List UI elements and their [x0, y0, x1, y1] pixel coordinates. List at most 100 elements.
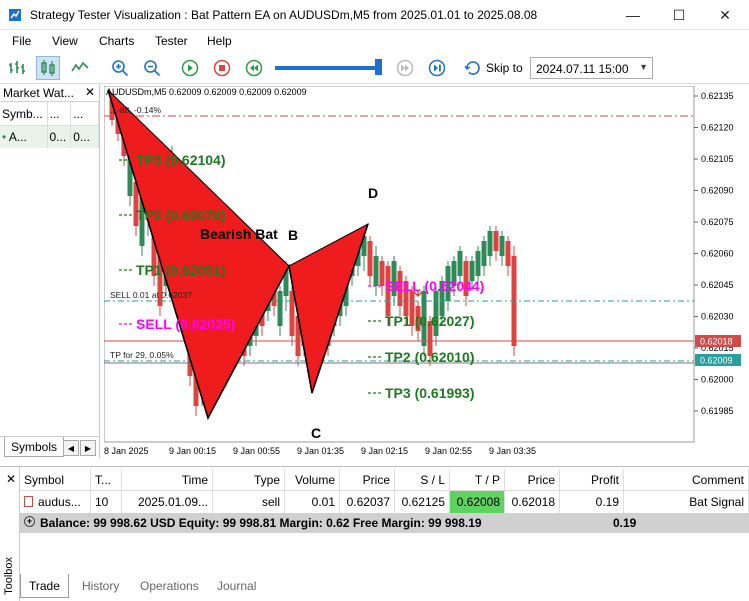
market-watch-columns: Symb... ... ... [0, 102, 100, 126]
column-current-price[interactable]: Price [505, 469, 560, 490]
candle-body [277, 291, 283, 326]
candle-body [367, 241, 373, 276]
column-tp[interactable]: T / P [450, 469, 505, 490]
symbol-bid: 0... [48, 126, 72, 148]
table-row[interactable]: audus... 10 2025.01.09... sell 0.01 0.62… [20, 491, 749, 513]
trade-current-price: 0.62018 [505, 491, 560, 513]
skip-to-icon[interactable] [461, 56, 485, 80]
menu-charts[interactable]: Charts [99, 34, 134, 48]
current-ask-price: 0.62018 [700, 337, 733, 347]
line-chart-icon[interactable] [68, 56, 92, 80]
time-tick-label: 9 Jan 00:55 [233, 446, 280, 456]
chart-canvas: AUDUSDm,M5 0.62009 0.62009 0.62009 0.620… [104, 86, 741, 456]
column-comment[interactable]: Comment [624, 469, 749, 490]
tab-symbols[interactable]: Symbols [4, 437, 65, 457]
candle-body [481, 241, 487, 266]
menu-bar: File View Charts Tester Help [0, 30, 749, 52]
close-icon[interactable]: ✕ [85, 85, 95, 99]
column-type[interactable]: Type [213, 469, 285, 490]
symbol-ask: 0... [71, 126, 100, 148]
right-tp2-label: TP2 (0.62010) [385, 349, 475, 365]
menu-file[interactable]: File [12, 34, 31, 48]
price-tick-label: 0.62030 [701, 312, 734, 322]
column-sl[interactable]: S / L [395, 469, 450, 490]
left-tp3-label: TP3 (0.62104) [136, 152, 226, 168]
market-watch-panel: Market Wat... ✕ Symb... ... ... • A... 0… [0, 84, 100, 458]
column-symbol[interactable]: Symbol [20, 469, 91, 490]
time-tick-label: 9 Jan 00:15 [169, 446, 216, 456]
bar-chart-icon[interactable] [5, 56, 29, 80]
trade-volume: 0.01 [285, 491, 340, 513]
column-ticket[interactable]: T... [91, 469, 122, 490]
speed-slider-thumb[interactable] [375, 59, 382, 75]
time-tick-label: 9 Jan 01:35 [297, 446, 344, 456]
trade-sl: 0.62125 [395, 491, 450, 513]
close-icon[interactable]: ✕ [6, 472, 16, 486]
tab-operations[interactable]: Operations [132, 574, 207, 598]
stop-loss-label: ...-88, -0.14% [110, 105, 161, 115]
chevron-down-icon[interactable]: ▼ [639, 62, 648, 72]
price-tick-label: 0.62090 [701, 186, 734, 196]
column-volume[interactable]: Volume [285, 469, 340, 490]
menu-tester[interactable]: Tester [155, 34, 188, 48]
column-profit[interactable]: Profit [560, 469, 624, 490]
pattern-name-label: Bearish Bat [200, 226, 278, 242]
tab-journal[interactable]: Journal [209, 574, 264, 598]
point-b-label: B [288, 227, 298, 243]
skip-to-date-value: 2024.07.11 15:00 [536, 62, 629, 76]
tab-trade[interactable]: Trade [20, 574, 69, 598]
sell-order-icon [24, 496, 33, 507]
symbol-name: A... [8, 130, 27, 144]
candle-body [475, 251, 481, 276]
point-d-label: D [368, 185, 378, 201]
candlestick-icon[interactable] [36, 56, 60, 80]
time-axis: 8 Jan 2025 9 Jan 00:15 9 Jan 00:55 9 Jan 01… [104, 446, 536, 456]
maximize-button[interactable]: ☐ [656, 0, 702, 30]
candle-body [499, 236, 505, 256]
close-button[interactable]: ✕ [702, 0, 748, 30]
price-chart[interactable]: AUDUSDm,M5 0.62009 0.62009 0.62009 0.620… [104, 86, 749, 458]
menu-help[interactable]: Help [207, 34, 232, 48]
step-forward-icon[interactable] [393, 56, 417, 80]
menu-view[interactable]: View [52, 34, 78, 48]
play-icon[interactable] [178, 56, 202, 80]
trade-symbol: audus... [38, 495, 81, 509]
plus-circle-icon[interactable]: + [24, 516, 35, 527]
chevron-right-icon[interactable]: ▶ [80, 440, 96, 456]
point-c-label: C [311, 425, 321, 441]
trade-profit: 0.19 [560, 491, 624, 513]
right-tp3-label: TP3 (0.61993) [385, 385, 475, 401]
column-price[interactable]: Price [340, 469, 395, 490]
trade-time: 2025.01.09... [122, 491, 213, 513]
trade-type: sell [213, 491, 285, 513]
time-tick-label: 9 Jan 02:15 [361, 446, 408, 456]
zoom-out-icon[interactable] [140, 56, 164, 80]
chevron-left-icon[interactable]: ◀ [63, 440, 79, 456]
candle-body [289, 291, 295, 336]
toolbox-strip: ✕ Toolbox [0, 467, 20, 601]
column-symbol[interactable]: Symb... [0, 102, 48, 125]
tab-history[interactable]: History [74, 574, 127, 598]
candle-body [379, 261, 385, 286]
status-dot-icon: • [2, 130, 7, 144]
price-tick-label: 0.61985 [701, 406, 734, 416]
list-item[interactable]: • A... 0... 0... [0, 126, 100, 148]
speed-slider[interactable] [275, 66, 381, 70]
minimize-button[interactable]: — [610, 0, 656, 30]
column-bid[interactable]: ... [48, 102, 72, 125]
column-time[interactable]: Time [122, 469, 213, 490]
candle-body [487, 231, 493, 256]
price-tick-label: 0.62135 [701, 91, 734, 101]
skip-to-date-picker[interactable]: 2024.07.11 15:00 ▼ [530, 57, 653, 79]
column-ask[interactable]: ... [71, 102, 100, 125]
candle-body [457, 251, 463, 276]
stop-icon[interactable] [210, 56, 234, 80]
market-watch-title: Market Wat... [3, 86, 74, 100]
price-tick-label: 0.62000 [701, 375, 734, 385]
window-title: Strategy Tester Visualization : Bat Patt… [30, 8, 538, 22]
zoom-in-icon[interactable] [108, 56, 132, 80]
skip-end-icon[interactable] [425, 56, 449, 80]
price-tick-label: 0.62060 [701, 249, 734, 259]
trade-open-price: 0.62037 [340, 491, 395, 513]
rewind-icon[interactable] [242, 56, 266, 80]
